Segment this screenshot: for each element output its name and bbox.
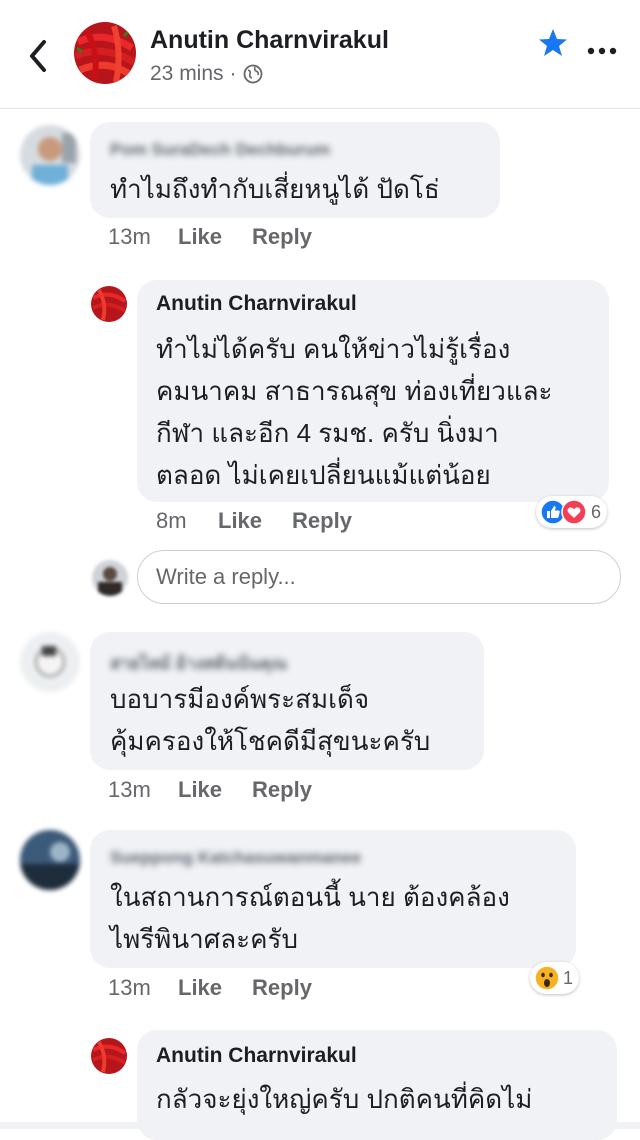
- comment-actions: 13m Like Reply: [108, 777, 312, 803]
- commenter-name[interactable]: สายไหม้ อ้างสด้นน้นคุณ: [110, 650, 287, 677]
- like-button[interactable]: Like: [178, 777, 222, 803]
- commenter-avatar[interactable]: [20, 632, 80, 692]
- like-button[interactable]: Like: [178, 224, 222, 250]
- commenter-name[interactable]: Pom SuraDech Dechburum: [110, 140, 330, 160]
- comment-time: 13m: [108, 224, 151, 249]
- commenter-avatar[interactable]: [20, 125, 80, 185]
- comment-actions: 13m Like Reply: [108, 224, 312, 250]
- comment-text-line: ไพรีพินาศละครับ: [110, 924, 298, 954]
- globe-icon: [243, 64, 262, 84]
- reaction-count: 1: [563, 967, 574, 988]
- viewer-avatar: [92, 560, 128, 596]
- post-time: 23 mins: [150, 62, 224, 85]
- page-reply-avatar[interactable]: [91, 286, 127, 322]
- reply-button[interactable]: Reply: [252, 777, 312, 803]
- post-meta: 23 mins ·: [150, 62, 263, 86]
- meta-separator: ·: [229, 62, 237, 85]
- reply-text-line: กีฬา และอีก 4 รมช. ครับ นิ่งมา: [156, 418, 499, 448]
- reply-button[interactable]: Reply: [252, 224, 312, 250]
- reply-text-line: ตลอด ไม่เคยเปลี่ยนแม้แต่น้อย: [156, 460, 491, 490]
- chevron-left-icon[interactable]: [22, 36, 54, 76]
- reply-author[interactable]: Anutin Charnvirakul: [156, 292, 357, 316]
- bottom-edge: [0, 1122, 640, 1129]
- like-button[interactable]: Like: [218, 508, 262, 534]
- reaction-summary[interactable]: 6: [536, 496, 608, 528]
- comment-actions: 13m Like Reply: [108, 975, 312, 1001]
- like-button[interactable]: Like: [178, 975, 222, 1001]
- reply-text-line: ทำไม่ได้ครับ คนให้ข่าวไม่รู้เรื่อง: [156, 334, 511, 364]
- reply-text-line: คมนาคม สาธารณสุข ท่องเที่ยวและ: [156, 376, 553, 406]
- comment-text-line: บอบารมีองค์พระสมเด็จ: [110, 684, 370, 714]
- comment-time: 13m: [108, 975, 151, 1000]
- love-reaction-icon: [561, 499, 587, 525]
- star-icon[interactable]: [536, 26, 570, 60]
- comment-text: ทำไมถึงทำกับเสี่ยหนูได้ ปัดโธ่: [110, 174, 440, 204]
- more-dots-icon[interactable]: [586, 44, 618, 58]
- reply-author[interactable]: Anutin Charnvirakul: [156, 1044, 357, 1068]
- commenter-name[interactable]: Sueppong Katchasuwanmanee: [110, 848, 361, 868]
- comment-text-line: ในสถานการณ์ตอนนี้ นาย ต้องคล้อง: [110, 882, 510, 912]
- post-header: Anutin Charnvirakul 23 mins ·: [0, 0, 640, 109]
- reply-text-line: กลัวจะยุ่งใหญ่ครับ ปกติคนที่คิดไม่: [156, 1084, 533, 1114]
- reaction-count: 6: [591, 501, 602, 522]
- wow-reaction-icon: [534, 965, 560, 991]
- page-reply-avatar[interactable]: [91, 1038, 127, 1074]
- reply-button[interactable]: Reply: [252, 975, 312, 1001]
- reply-input[interactable]: Write a reply...: [137, 550, 621, 604]
- commenter-avatar[interactable]: [20, 830, 80, 890]
- page-name[interactable]: Anutin Charnvirakul: [150, 26, 389, 55]
- reply-actions: 8m Like Reply: [156, 508, 352, 534]
- comment-text-line: คุ้มครองให้โชคดีมีสุขนะครับ: [110, 726, 431, 756]
- page-avatar[interactable]: [74, 22, 136, 84]
- reaction-summary[interactable]: 1: [530, 962, 580, 994]
- reply-time: 8m: [156, 508, 187, 533]
- comment-time: 13m: [108, 777, 151, 802]
- reply-button[interactable]: Reply: [292, 508, 352, 534]
